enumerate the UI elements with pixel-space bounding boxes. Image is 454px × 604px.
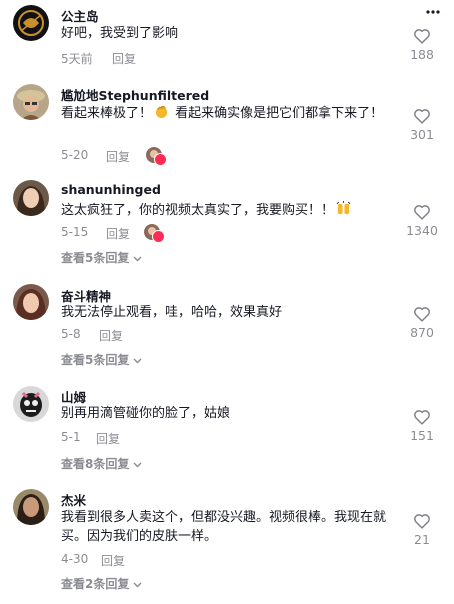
reply-button[interactable]: 回复 bbox=[101, 552, 125, 569]
view-replies-button[interactable]: 查看5条回复 bbox=[61, 249, 142, 266]
comment-time: 5天前 bbox=[61, 52, 93, 66]
clapping-hands-icon bbox=[155, 105, 168, 119]
comment-meta: 5-20 回复 bbox=[61, 147, 167, 166]
heart-icon[interactable] bbox=[413, 204, 431, 220]
like-area: 870 bbox=[402, 306, 442, 340]
view-replies-label: 查看2条回复 bbox=[61, 577, 130, 591]
creator-liked-badge bbox=[146, 147, 168, 166]
like-count: 151 bbox=[410, 428, 434, 443]
comment-text-part: 看起来确实像是把它们都拿下来了！ bbox=[175, 106, 384, 121]
view-replies-button[interactable]: 查看5条回复 bbox=[61, 351, 142, 368]
username[interactable]: 杰米 bbox=[61, 490, 86, 509]
avatar[interactable] bbox=[13, 284, 49, 320]
comment-meta: 4-30 回复 bbox=[61, 552, 125, 568]
reply-button[interactable]: 回复 bbox=[106, 148, 130, 165]
view-replies-button[interactable]: 查看2条回复 bbox=[61, 575, 142, 592]
like-area: 21 bbox=[402, 513, 442, 547]
comment-text: 我看到很多人卖这个，但都没兴趣。视频很棒。我现在就买。因为我们的皮肤一样。 bbox=[61, 510, 387, 544]
comment-text: 我无法停止观看，哇，哈哈，效果真好 bbox=[61, 305, 283, 320]
comment-time: 5-20 bbox=[61, 148, 89, 162]
raised-hands-icon bbox=[336, 201, 351, 215]
avatar[interactable] bbox=[13, 5, 49, 41]
chevron-down-icon bbox=[133, 582, 142, 587]
heart-badge-icon bbox=[152, 230, 165, 243]
comment-text: 这太疯狂了，你的视频太真实了，我要购买！！ bbox=[61, 201, 406, 220]
avatar[interactable] bbox=[13, 386, 49, 422]
username[interactable]: shanunhinged bbox=[61, 182, 161, 197]
heart-icon[interactable] bbox=[413, 513, 431, 529]
comment-meta: 5-1 回复 bbox=[61, 430, 120, 446]
comment-text-part: 这太疯狂了，你的视频太真实了，我要购买！！ bbox=[61, 203, 335, 218]
heart-icon[interactable] bbox=[413, 409, 431, 425]
reply-button[interactable]: 回复 bbox=[96, 430, 120, 447]
chevron-down-icon bbox=[133, 358, 142, 363]
comment-meta: 5-15 回复 bbox=[61, 224, 165, 243]
like-count: 301 bbox=[410, 127, 434, 142]
reply-button[interactable]: 回复 bbox=[106, 225, 130, 242]
heart-icon[interactable] bbox=[413, 306, 431, 322]
like-count: 870 bbox=[410, 325, 434, 340]
like-count: 21 bbox=[414, 532, 430, 547]
chevron-down-icon bbox=[133, 462, 142, 467]
like-area: 1340 bbox=[402, 204, 442, 238]
comment-time: 5-1 bbox=[61, 430, 81, 444]
comment-text: 好吧，我受到了影响 bbox=[61, 26, 179, 41]
like-area: 151 bbox=[402, 409, 442, 443]
avatar[interactable] bbox=[13, 180, 49, 216]
view-replies-label: 查看5条回复 bbox=[61, 251, 130, 265]
comment-text: 看起来棒极了！ 看起来确实像是把它们都拿下来了！ bbox=[61, 104, 406, 123]
comment-time: 5-8 bbox=[61, 327, 81, 341]
more-options-icon[interactable] bbox=[426, 10, 440, 14]
comment-meta: 5天前 回复 bbox=[61, 50, 136, 67]
avatar[interactable] bbox=[13, 84, 49, 120]
comment-text: 别再用滴管碰你的脸了，姑娘 bbox=[61, 406, 231, 421]
reply-button[interactable]: 回复 bbox=[99, 327, 123, 344]
reply-button[interactable]: 回复 bbox=[112, 50, 136, 67]
like-area: 188 bbox=[402, 28, 442, 62]
comment-time: 4-30 bbox=[61, 552, 89, 566]
comment-text-part: 看起来棒极了！ bbox=[61, 106, 153, 121]
like-count: 188 bbox=[410, 47, 434, 62]
comment-meta: 5-8 回复 bbox=[61, 327, 123, 343]
heart-icon[interactable] bbox=[413, 28, 431, 44]
like-area: 301 bbox=[402, 108, 442, 142]
view-replies-label: 查看8条回复 bbox=[61, 457, 130, 471]
username[interactable]: 尴尬地Stephunfiltered bbox=[61, 85, 209, 104]
view-replies-button[interactable]: 查看8条回复 bbox=[61, 455, 142, 472]
avatar[interactable] bbox=[13, 489, 49, 525]
heart-badge-icon bbox=[154, 153, 167, 166]
comment-time: 5-15 bbox=[61, 225, 89, 239]
creator-liked-badge bbox=[144, 224, 166, 243]
view-replies-label: 查看5条回复 bbox=[61, 353, 130, 367]
username[interactable]: 公主岛 bbox=[61, 6, 99, 25]
heart-icon[interactable] bbox=[413, 108, 431, 124]
chevron-down-icon bbox=[133, 256, 142, 261]
like-count: 1340 bbox=[406, 223, 438, 238]
